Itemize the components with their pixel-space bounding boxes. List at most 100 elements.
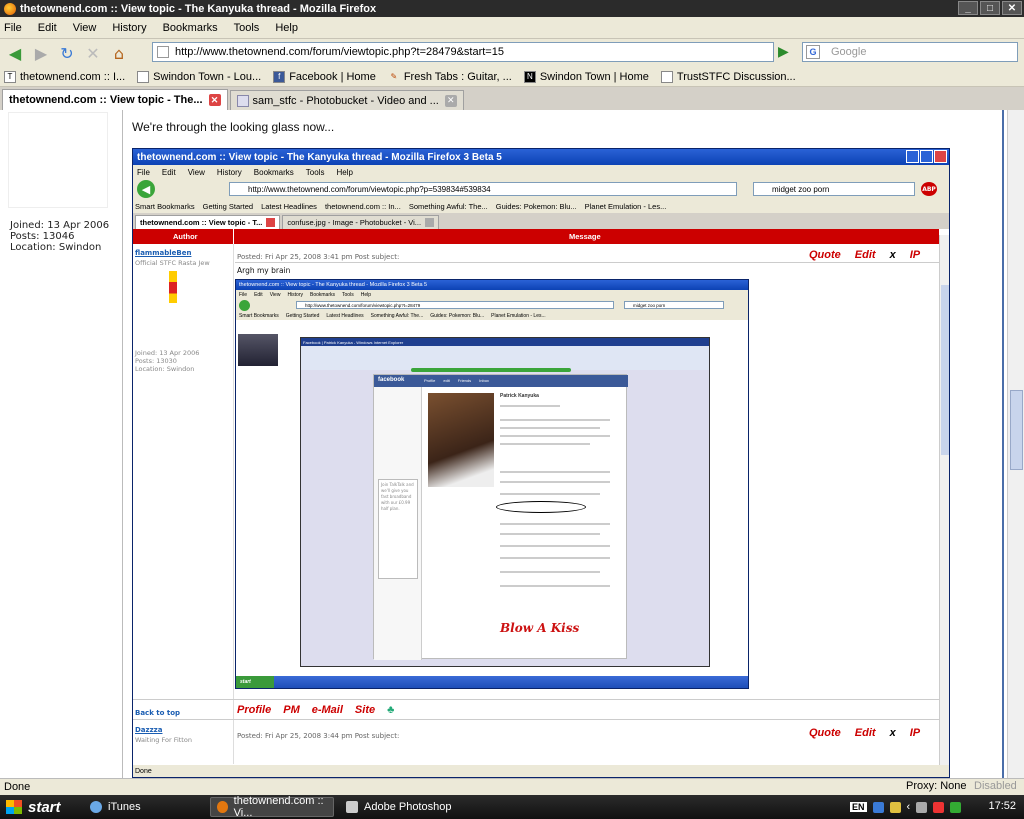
menu-bookmarks[interactable]: Bookmarks — [163, 22, 218, 34]
post-author-name: flammableBen — [135, 249, 192, 257]
user-joined: Joined: 13 Apr 2006 — [10, 220, 110, 231]
forward-button[interactable]: ▶ — [30, 42, 52, 64]
ie-toolbar — [301, 346, 709, 370]
taskbar-item-photoshop[interactable]: Adobe Photoshop — [340, 797, 460, 817]
go-button[interactable]: ▶ — [778, 44, 789, 60]
window-controls: _ □ ✕ — [958, 1, 1022, 15]
tray-icon[interactable] — [933, 801, 945, 813]
embedded-menu-item: Bookmarks — [253, 167, 294, 177]
post-author-rank: Waiting For Fitton — [135, 736, 192, 744]
user-location: Location: Swindon — [10, 242, 102, 253]
embedded-titlebar: thetownend.com :: View topic - The Kanyu… — [133, 149, 949, 165]
post-meta: Posted: Fri Apr 25, 2008 3:41 pm Post su… — [237, 253, 400, 261]
search-engine-icon[interactable]: G — [806, 45, 820, 59]
url-text: http://www.thetownend.com/forum/viewtopi… — [175, 46, 504, 58]
embedded-nav: ◀ http://www.thetownend.com/forum/viewto… — [133, 179, 949, 199]
page-content: Joined: 13 Apr 2006 Posts: 13046 Locatio… — [0, 110, 1024, 778]
message-header: Message — [569, 232, 601, 241]
embedded-bookmarks: Smart Bookmarks Getting Started Latest H… — [133, 199, 949, 213]
language-indicator[interactable]: EN — [850, 802, 867, 812]
firefox-icon — [217, 801, 228, 813]
tab-active[interactable]: thetownend.com :: View topic - The... ✕ — [2, 89, 228, 110]
bookmark-item[interactable]: Tthetownend.com :: I... — [4, 70, 126, 83]
start-button[interactable]: start — [0, 795, 74, 819]
menu-edit[interactable]: Edit — [38, 22, 57, 34]
menu-file[interactable]: File — [4, 22, 22, 34]
close-tab-icon[interactable]: ✕ — [208, 94, 221, 106]
embedded-bookmark: Getting Started — [202, 201, 254, 211]
home-button[interactable]: ⌂ — [108, 42, 130, 64]
search-input[interactable]: G Google — [802, 42, 1018, 62]
embedded-menu-item: Help — [336, 167, 353, 177]
circled-status — [496, 501, 586, 513]
bookmark-label: TrustSTFC Discussion... — [676, 70, 796, 83]
embedded-menu-item: File — [137, 167, 150, 177]
bookmark-label: Facebook | Home — [289, 70, 376, 83]
embedded-url-bar: http://www.thetownend.com/forum/viewtopi… — [229, 182, 737, 196]
facebook-icon: f — [273, 70, 286, 83]
tray-icon[interactable] — [889, 801, 901, 813]
stop-button[interactable]: ✕ — [82, 42, 104, 64]
back-button[interactable]: ◀ — [4, 42, 26, 64]
quote-button: Quote — [809, 727, 841, 739]
profile-button: Profile — [237, 704, 272, 716]
embedded-tab: thetownend.com :: View topic - T... — [135, 215, 281, 229]
bookmark-item[interactable]: N Swindon Town | Home — [523, 70, 649, 83]
menu-help[interactable]: Help — [275, 22, 298, 34]
embedded-screenshot: thetownend.com :: View topic - The Kanyu… — [132, 148, 950, 778]
url-bar[interactable]: http://www.thetownend.com/forum/viewtopi… — [152, 42, 774, 62]
menu-tools[interactable]: Tools — [234, 22, 260, 34]
embedded-window-controls — [906, 150, 947, 163]
page-icon — [660, 70, 673, 83]
bookmark-item[interactable]: f Facebook | Home — [273, 70, 376, 83]
embedded-menu-item: Tools — [305, 167, 325, 177]
delete-button: x — [889, 249, 896, 261]
tab-strip: thetownend.com :: View topic - The... ✕ … — [0, 88, 1024, 110]
ie-progress — [411, 368, 571, 372]
reload-button[interactable]: ↻ — [56, 42, 78, 64]
maximize-button[interactable]: □ — [980, 1, 1000, 15]
close-tab-icon[interactable]: ✕ — [444, 94, 457, 107]
bookmark-label: thetownend.com :: I... — [20, 70, 126, 83]
edit-button: Edit — [854, 727, 876, 739]
minimize-button[interactable]: _ — [958, 1, 978, 15]
tray-icon[interactable] — [872, 801, 884, 813]
embedded-menu-item: Edit — [161, 167, 176, 177]
disabled-status: Disabled — [974, 780, 1017, 792]
network-icon[interactable] — [916, 801, 928, 813]
guitar-icon: ✎ — [390, 72, 398, 81]
taskbar-item-firefox[interactable]: thetownend.com :: Vi... — [210, 795, 334, 819]
bookmarks-toolbar: Tthetownend.com :: I... Swindon Town - L… — [0, 67, 1024, 87]
bookmark-label: Swindon Town | Home — [539, 70, 649, 83]
close-button[interactable]: ✕ — [1002, 1, 1022, 15]
pm-button: PM — [283, 704, 300, 716]
embedded-menu-item: History — [216, 167, 242, 177]
tray-icon[interactable] — [950, 801, 962, 813]
tab-photobucket[interactable]: sam_stfc - Photobucket - Video and ... ✕ — [229, 90, 464, 110]
window-titlebar: thetownend.com :: View topic - The Kanyu… — [0, 0, 1024, 17]
ie-title: Facebook | Patrick Kanyuka - Windows Int… — [301, 338, 709, 346]
post-body: Argh my brain — [237, 266, 291, 275]
nested-back-icon — [239, 300, 250, 311]
facebook-sidebar: Join TalkTalk and we'll give you fast br… — [374, 387, 422, 660]
ip-button: IP — [909, 249, 921, 261]
system-tray: EN ‹ 17:52 — [846, 795, 1024, 819]
bookmark-item[interactable]: ✎ Fresh Tabs : Guitar, ... — [388, 71, 511, 83]
page-scrollbar[interactable] — [1007, 110, 1024, 778]
status-text: Done — [4, 781, 31, 793]
scrollbar-thumb[interactable] — [1010, 390, 1023, 470]
post-meta: Posted: Fri Apr 25, 2008 3:44 pm Post su… — [237, 732, 400, 740]
nested-avatar — [238, 334, 278, 366]
embedded-bookmark: Smart Bookmarks — [135, 201, 195, 211]
nested-page: Facebook | Patrick Kanyuka - Windows Int… — [236, 332, 748, 682]
tray-expand-icon[interactable]: ‹ — [907, 801, 911, 813]
embedded-menu-item: View — [187, 167, 205, 177]
embedded-back-icon: ◀ — [137, 180, 155, 198]
bookmark-item[interactable]: TrustSTFC Discussion... — [660, 70, 796, 83]
proxy-status[interactable]: Proxy: None — [906, 780, 967, 792]
taskbar-item-itunes[interactable]: iTunes — [84, 797, 204, 817]
menu-view[interactable]: View — [73, 22, 97, 34]
page-icon — [137, 70, 150, 83]
menu-history[interactable]: History — [112, 22, 146, 34]
bookmark-item[interactable]: Swindon Town - Lou... — [137, 70, 261, 83]
